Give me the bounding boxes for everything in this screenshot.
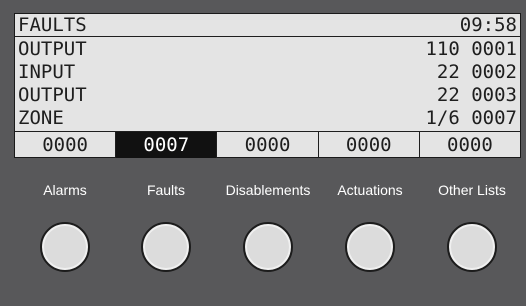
other-lists-control: Other Lists <box>420 180 524 272</box>
display-header: FAULTS 09:58 <box>15 14 520 37</box>
alarms-control: Alarms <box>13 180 117 272</box>
fault-row: OUTPUT 22 0003 <box>15 84 520 106</box>
lcd-display: FAULTS 09:58 OUTPUT 110 0001 INPUT 22 00… <box>14 13 521 158</box>
actuations-label: Actuations <box>337 182 403 198</box>
actuations-button[interactable] <box>345 222 395 272</box>
faults-control: Faults <box>114 180 218 272</box>
alarms-label: Alarms <box>43 182 87 198</box>
fault-row: INPUT 22 0002 <box>15 61 520 83</box>
fault-type: INPUT <box>18 61 76 83</box>
fault-type: OUTPUT <box>18 84 87 106</box>
fault-reference: 1/6 0007 <box>425 107 517 129</box>
faults-counter: 0007 <box>116 132 218 158</box>
fault-row: ZONE 1/6 0007 <box>15 107 520 129</box>
fault-type: ZONE <box>18 107 64 129</box>
fault-type: OUTPUT <box>18 38 87 60</box>
disablements-control: Disablements <box>216 180 320 272</box>
fault-reference: 22 0002 <box>436 61 517 83</box>
actuations-control: Actuations <box>318 180 422 272</box>
display-title: FAULTS <box>18 14 87 36</box>
faults-button[interactable] <box>141 222 191 272</box>
alarms-counter: 0000 <box>15 132 117 158</box>
fault-reference: 110 0001 <box>425 38 517 60</box>
faults-label: Faults <box>146 182 186 198</box>
other-lists-label: Other Lists <box>438 182 506 198</box>
fault-reference: 22 0003 <box>436 84 517 106</box>
counter-bar: 0000 0007 0000 0000 0000 <box>15 131 520 158</box>
display-time: 09:58 <box>459 14 517 36</box>
disablements-label: Disablements <box>225 182 311 198</box>
list-selector-controls: Alarms Faults Disablements Actuations Ot… <box>0 180 526 280</box>
other-lists-counter: 0000 <box>447 134 493 156</box>
other-lists-button[interactable] <box>447 222 497 272</box>
disablements-counter: 0000 <box>217 132 319 158</box>
alarms-button[interactable] <box>40 222 90 272</box>
fault-row: OUTPUT 110 0001 <box>15 38 520 60</box>
actuations-counter: 0000 <box>319 132 420 158</box>
disablements-button[interactable] <box>243 222 293 272</box>
